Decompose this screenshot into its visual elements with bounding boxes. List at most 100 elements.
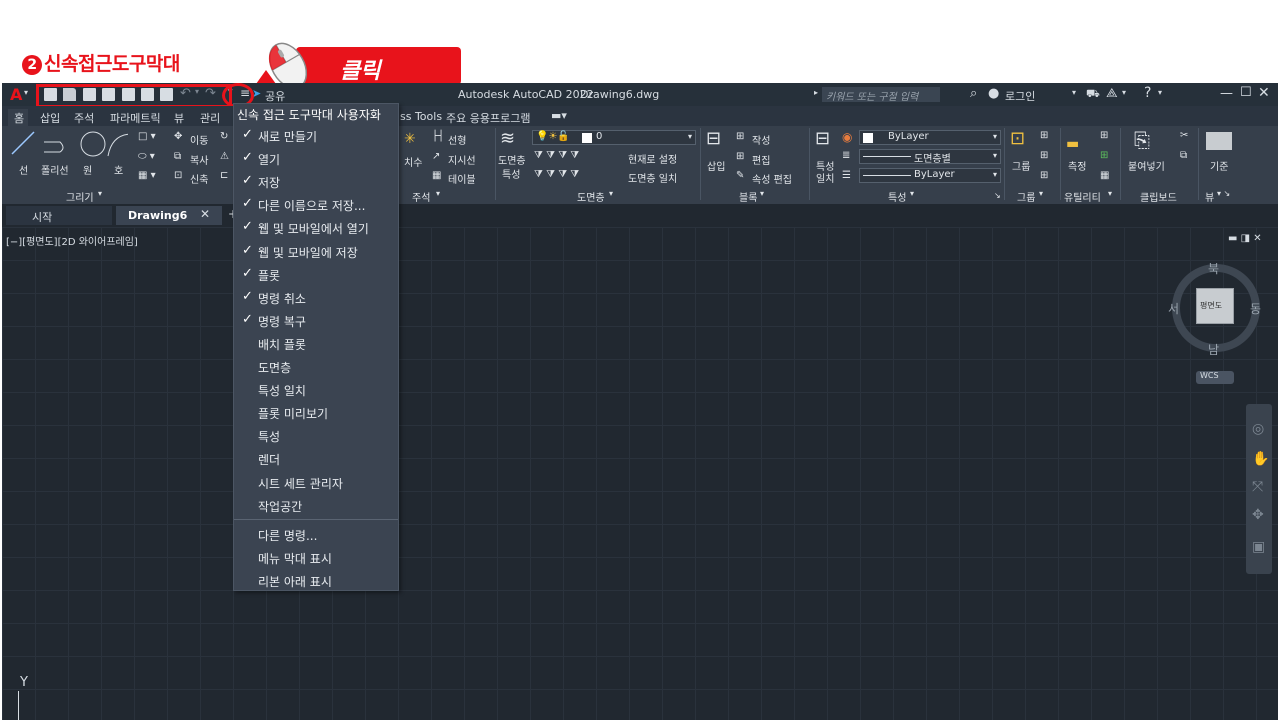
group-edit-icon[interactable]: ⊞ [1040,150,1048,161]
qat-menu-item[interactable]: ✓ 새로 만들기 [234,124,398,147]
view-panel-arrow-icon[interactable]: ▾ ↘ [1217,189,1230,198]
cut-icon[interactable]: ✂ [1180,130,1188,141]
quick-select-icon[interactable]: ⊞ [1100,130,1108,141]
match-properties-icon[interactable]: ⊟ [815,128,830,149]
select-all-icon[interactable]: ⊞ [1100,150,1108,161]
qat-menu-item[interactable]: 플롯 미리보기 [234,401,398,424]
qat-menu-item[interactable]: 시트 세트 관리자 [234,471,398,494]
linetype-dropdown-arrow-icon[interactable]: ▾ [993,151,997,160]
block-panel-title[interactable]: 블록 [739,189,757,204]
layers-panel-arrow-icon[interactable]: ▾ [609,189,613,198]
linear-dim-icon[interactable]: ├┤ [432,131,444,142]
edit-block-icon[interactable]: ⊞ [736,151,744,162]
tab-overflow-icon[interactable]: ▬▾ [551,109,567,122]
layer-properties-button-line1[interactable]: 도면층 [498,152,526,167]
layer-properties-button-line2[interactable]: 특성 [502,166,520,181]
group-icon[interactable]: ⊡ [1010,128,1025,149]
tab-annotate[interactable]: 주석 [74,110,94,126]
edit-block-button[interactable]: 편집 [752,152,770,167]
pan-icon[interactable]: ✋ [1252,451,1269,467]
autodesk-app-icon[interactable]: ⟁ [1106,86,1118,101]
stretch-button[interactable]: 신축 [190,171,208,186]
move-button[interactable]: 이동 [190,132,208,147]
properties-dialog-launcher-icon[interactable]: ↘ [994,191,1001,200]
lineweight-icon[interactable]: ≣ [842,150,850,161]
draw-line-button[interactable]: 선 [19,162,28,177]
qat-menu-item[interactable]: 작업공간 [234,494,398,517]
drawing-canvas[interactable] [2,227,1278,720]
dimension-button[interactable]: 치수 [404,154,422,169]
leader-button[interactable]: 지시선 [448,152,476,167]
properties-panel-title[interactable]: 특성 [888,189,906,204]
table-icon[interactable]: ▦ [432,170,441,181]
annotation-panel-arrow-icon[interactable]: ▾ [436,189,440,198]
annotation-panel-title[interactable]: 주석 [412,189,430,204]
properties-panel-arrow-icon[interactable]: ▾ [910,189,914,198]
tab-featured-apps[interactable]: 주요 응용프로그램 [446,110,530,126]
table-button[interactable]: 테이블 [448,171,476,186]
login-button[interactable]: 로그인 [1005,88,1035,104]
layer-tools-row1-icon[interactable]: ⧩ ⧩ ⧩ ⧩ [534,150,579,161]
qat-menu-item[interactable]: ✓ 명령 취소 [234,286,398,309]
paste-icon[interactable]: ⎘ [1134,128,1150,152]
close-icon[interactable]: ✕ [1258,85,1270,101]
copy-button[interactable]: 복사 [190,152,208,167]
viewcube-south[interactable]: 남 [1208,341,1219,358]
qat-menu-item[interactable]: ✓ 웹 및 모바일에 저장 [234,240,398,263]
orbit-icon[interactable]: ✥ [1252,507,1264,523]
edit-attributes-icon[interactable]: ✎ [736,170,744,181]
utilities-panel-title[interactable]: 유틸리티 [1064,189,1101,204]
minimize-icon[interactable]: — [1220,86,1233,101]
user-icon[interactable]: ● [988,86,999,101]
qat-menu-item[interactable]: ✓ 웹 및 모바일에서 열기 [234,216,398,239]
draw-polyline-button[interactable]: 폴리선 [41,162,69,177]
layer-properties-icon[interactable]: ≋ [500,128,515,149]
groups-panel-title[interactable]: 그룹 [1017,189,1035,204]
view-panel-title[interactable]: 뷰 [1205,189,1214,204]
viewport-window-controls-icon[interactable]: ▬ ◨ ✕ [1228,233,1262,244]
viewport-controls-label[interactable]: [−][평면도][2D 와이어프레임] [6,233,138,248]
paste-button[interactable]: 붙여넣기 [1128,158,1165,173]
group-button[interactable]: 그룹 [1012,158,1030,173]
match-layer-button[interactable]: 도면층 일치 [628,170,677,185]
layers-panel-title[interactable]: 도면층 [577,189,605,204]
insert-block-button[interactable]: 삽입 [707,158,725,173]
app-menu-arrow-icon[interactable]: ▾ [24,88,28,97]
search-icon[interactable]: ⌕ [970,86,977,101]
qat-menu-item[interactable]: ✓ 다른 이름으로 저장... [234,193,398,216]
qat-menu-extra-item[interactable]: 리본 아래 표시 [234,569,398,592]
qat-menu-item[interactable]: 도면층 [234,355,398,378]
qat-menu-item[interactable]: 배치 플롯 [234,332,398,355]
groups-panel-arrow-icon[interactable]: ▾ [1039,189,1043,198]
tab-express-tools[interactable]: ss Tools [400,110,442,123]
linetype-icon[interactable]: ☰ [842,170,851,181]
zoom-extents-icon[interactable]: ⤧ [1252,479,1263,495]
qat-menu-item[interactable]: ✓ 플롯 [234,263,398,286]
group-select-icon[interactable]: ⊞ [1040,170,1048,181]
utilities-panel-arrow-icon[interactable]: ▾ [1108,189,1112,198]
color-dropdown-arrow-icon[interactable]: ▾ [993,132,997,141]
linear-button[interactable]: 선형 [448,132,466,147]
rotate-icon[interactable]: ↻ [220,131,228,142]
block-panel-arrow-icon[interactable]: ▾ [760,189,764,198]
create-block-button[interactable]: 작성 [752,132,770,147]
qat-menu-item[interactable]: ✓ 저장 [234,170,398,193]
set-current-button[interactable]: 현재로 설정 [628,151,677,166]
copy-clip-icon[interactable]: ⧉ [1180,150,1187,161]
qat-menu-extra-item[interactable]: 메뉴 막대 표시 [234,546,398,569]
insert-block-icon[interactable]: ⊟ [706,128,721,149]
file-tab-close-icon[interactable]: ✕ [200,207,210,221]
layer-tools-row2-icon[interactable]: ⧩ ⧩ ⧩ ⧩ [534,169,579,180]
draw-panel-arrow-icon[interactable]: ▾ [98,189,102,198]
edit-attributes-button[interactable]: 속성 편집 [752,171,792,186]
measure-icon[interactable]: ▬ [1066,136,1079,152]
showmotion-icon[interactable]: ▣ [1252,539,1265,555]
tab-parametric[interactable]: 파라메트릭 [110,110,161,126]
search-expand-icon[interactable]: ▸ [814,88,818,97]
autocad-logo-icon[interactable]: A [10,85,22,104]
lineweight-dropdown-arrow-icon[interactable]: ▾ [993,170,997,179]
qat-menu-item[interactable]: 특성 일치 [234,378,398,401]
tab-home[interactable]: 홈 [8,109,28,126]
move-icon[interactable]: ✥ [174,131,182,142]
measure-button[interactable]: 측정 [1068,158,1086,173]
